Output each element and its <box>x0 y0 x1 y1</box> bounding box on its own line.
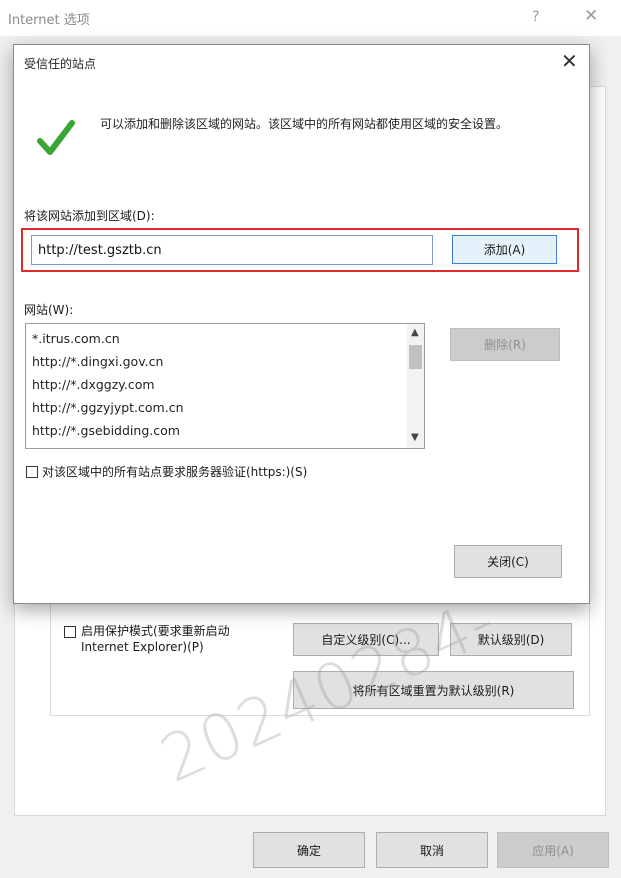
websites-list[interactable]: *.itrus.com.cn http://*.dingxi.gov.cn ht… <box>25 323 425 449</box>
custom-level-button[interactable]: 自定义级别(C)... <box>293 623 439 656</box>
apply-button[interactable]: 应用(A) <box>497 832 609 868</box>
list-item[interactable]: http://*.dingxi.gov.cn <box>32 354 163 369</box>
url-input[interactable] <box>31 235 433 265</box>
cancel-button[interactable]: 取消 <box>376 832 488 868</box>
reset-all-zones-button[interactable]: 将所有区域重置为默认级别(R) <box>293 671 574 709</box>
internet-options-titlebar: Internet 选项 ? ✕ <box>0 0 621 36</box>
add-button[interactable]: 添加(A) <box>452 235 557 264</box>
list-item[interactable]: http://*.gsebidding.com <box>32 423 180 438</box>
scroll-down-icon[interactable]: ▼ <box>411 432 419 443</box>
dialog-titlebar: 受信任的站点 ✕ <box>14 45 589 79</box>
close-button[interactable]: 关闭(C) <box>454 545 562 578</box>
dialog-close-icon[interactable]: ✕ <box>561 49 578 73</box>
default-level-button[interactable]: 默认级别(D) <box>450 623 572 656</box>
help-icon[interactable]: ? <box>532 9 539 25</box>
scroll-thumb[interactable] <box>409 345 422 369</box>
list-item[interactable]: *.itrus.com.cn <box>32 331 120 346</box>
close-icon[interactable]: ✕ <box>584 6 598 26</box>
list-item[interactable]: http://*.dxggzy.com <box>32 377 155 392</box>
dialog-body: 可以添加和删除该区域的网站。该区域中的所有网站都使用区域的安全设置。 将该网站添… <box>14 79 589 603</box>
https-checkbox[interactable] <box>26 466 38 478</box>
ok-button[interactable]: 确定 <box>253 832 365 868</box>
protected-mode-checkbox[interactable] <box>64 626 76 638</box>
https-checkbox-label: 对该区域中的所有站点要求服务器验证(https:)(S) <box>42 465 308 479</box>
list-item[interactable]: http://*.ggzyjypt.com.cn <box>32 400 184 415</box>
add-site-label: 将该网站添加到区域(D): <box>24 209 155 223</box>
protected-mode-label-line2: Internet Explorer)(P) <box>81 640 204 654</box>
scroll-up-icon[interactable]: ▲ <box>411 327 419 338</box>
remove-button[interactable]: 删除(R) <box>450 328 560 361</box>
info-text: 可以添加和删除该区域的网站。该区域中的所有网站都使用区域的安全设置。 <box>100 117 509 131</box>
check-icon <box>37 120 75 155</box>
internet-options-title: Internet 选项 <box>8 13 90 28</box>
dialog-title: 受信任的站点 <box>24 57 97 71</box>
trusted-sites-dialog: 受信任的站点 ✕ 可以添加和删除该区域的网站。该区域中的所有网站都使用区域的安全… <box>13 44 590 604</box>
list-scrollbar[interactable]: ▲ ▼ <box>407 324 424 448</box>
protected-mode-label-line1: 启用保护模式(要求重新启动 <box>81 624 230 638</box>
highlight-box: 添加(A) <box>21 228 579 272</box>
websites-label: 网站(W): <box>24 303 74 317</box>
